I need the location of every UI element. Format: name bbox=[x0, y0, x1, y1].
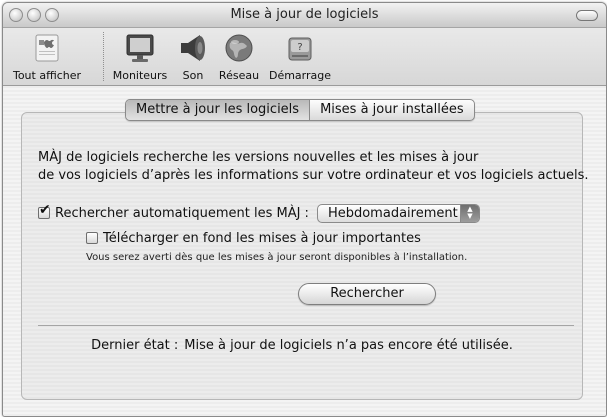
description-text: MÀJ de logiciels recherche les versions … bbox=[38, 149, 588, 185]
tab-panel: MÀJ de logiciels recherche les versions … bbox=[21, 112, 588, 400]
description-line: MÀJ de logiciels recherche les versions … bbox=[38, 150, 479, 165]
toolbar-toggle-button[interactable] bbox=[576, 10, 598, 21]
tab-bar: Mettre à jour les logiciels Mises à jour… bbox=[125, 99, 475, 121]
toolbar-show-all[interactable]: Tout afficher bbox=[3, 31, 91, 83]
last-status: Dernier état : Mise à jour de logiciels n… bbox=[22, 338, 582, 353]
check-now-button[interactable]: Rechercher bbox=[298, 283, 436, 305]
toolbar-label: Réseau bbox=[218, 69, 260, 82]
divider bbox=[38, 325, 574, 326]
toolbar-separator bbox=[103, 32, 104, 81]
toolbar-monitors[interactable]: Moniteurs bbox=[109, 31, 171, 83]
startup-disk-icon: ? bbox=[283, 31, 317, 69]
description-line: de vos logiciels d’après les information… bbox=[38, 168, 589, 183]
toolbar-sound[interactable]: Son bbox=[175, 31, 211, 83]
window-title: Mise à jour de logiciels bbox=[230, 7, 379, 22]
frequency-value: Hebdomadairement bbox=[327, 205, 458, 221]
auto-check-label[interactable]: Rechercher automatiquement les MÀJ : bbox=[55, 206, 309, 221]
notification-note: Vous serez averti dès que les mises à jo… bbox=[86, 252, 468, 263]
toolbar-label: Son bbox=[182, 69, 204, 82]
pane-content: Mettre à jour les logiciels Mises à jour… bbox=[3, 86, 606, 416]
toolbar-label: Tout afficher bbox=[12, 69, 82, 82]
toolbar-label: Démarrage bbox=[268, 69, 332, 82]
toolbar: Tout afficher Moniteurs Son Réseau ? Dém… bbox=[3, 28, 606, 86]
network-globe-icon bbox=[222, 31, 256, 69]
title-bar[interactable]: Mise à jour de logiciels bbox=[3, 3, 606, 28]
preferences-window: Mise à jour de logiciels Tout afficher M… bbox=[2, 2, 607, 417]
toolbar-label: Moniteurs bbox=[112, 69, 168, 82]
checkmark-icon: ✔ bbox=[39, 202, 51, 218]
svg-text:?: ? bbox=[297, 42, 302, 53]
speaker-icon bbox=[176, 31, 210, 69]
background-download-row: Télécharger en fond les mises à jour imp… bbox=[86, 228, 421, 248]
status-value: Mise à jour de logiciels n’a pas encore … bbox=[184, 338, 513, 353]
popup-arrows-icon: ▲ ▼ bbox=[459, 204, 479, 222]
auto-check-checkbox[interactable]: ✔ bbox=[38, 203, 51, 219]
toolbar-startup[interactable]: ? Démarrage bbox=[265, 31, 335, 83]
toolbar-network[interactable]: Réseau bbox=[215, 31, 263, 83]
show-all-icon bbox=[30, 31, 64, 69]
frequency-popup[interactable]: Hebdomadairement ▲ ▼ bbox=[316, 203, 480, 223]
monitor-icon bbox=[123, 31, 157, 69]
background-download-checkbox[interactable] bbox=[86, 232, 98, 244]
background-download-label[interactable]: Télécharger en fond les mises à jour imp… bbox=[103, 231, 421, 246]
status-label: Dernier état : bbox=[91, 338, 179, 353]
tab-update-software[interactable]: Mettre à jour les logiciels bbox=[126, 100, 311, 120]
auto-check-row: ✔ Rechercher automatiquement les MÀJ : H… bbox=[38, 202, 480, 224]
tab-installed-updates[interactable]: Mises à jour installées bbox=[310, 100, 474, 120]
